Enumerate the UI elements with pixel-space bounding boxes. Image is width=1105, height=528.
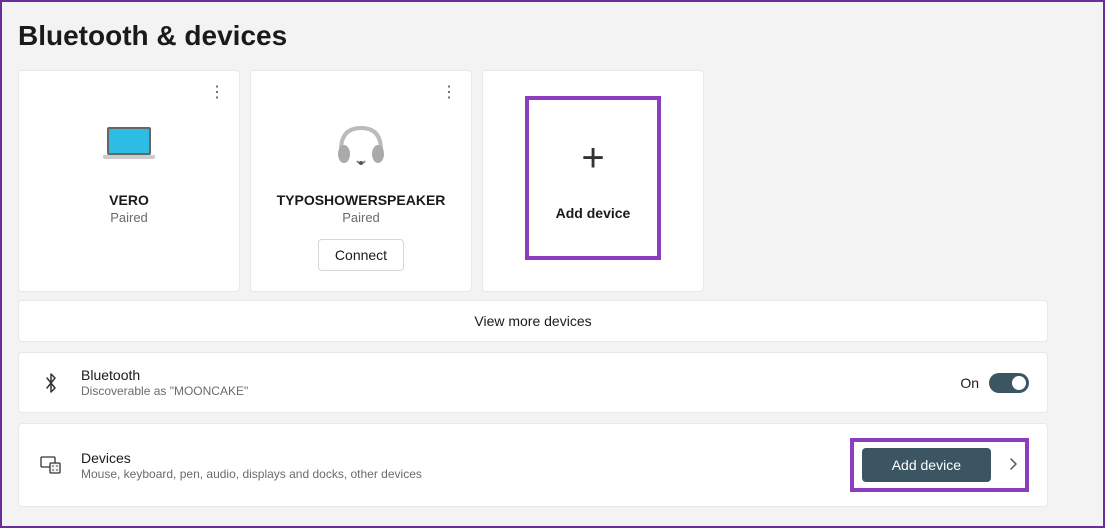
device-cards: ⋮ VERO Paired ⋮ TYPOSHOWERSPEAKER Paired… bbox=[18, 70, 1087, 292]
laptop-icon bbox=[105, 101, 153, 186]
view-more-devices-button[interactable]: View more devices bbox=[18, 300, 1048, 342]
page-title: Bluetooth & devices bbox=[18, 20, 1087, 52]
toggle-state-label: On bbox=[960, 375, 979, 391]
device-card-vero[interactable]: ⋮ VERO Paired bbox=[18, 70, 240, 292]
more-options-icon[interactable]: ⋮ bbox=[205, 81, 229, 105]
plus-icon: + bbox=[581, 136, 604, 181]
bluetooth-subtitle: Discoverable as "MOONCAKE" bbox=[81, 384, 960, 398]
add-device-label: Add device bbox=[556, 205, 631, 221]
bluetooth-row: Bluetooth Discoverable as "MOONCAKE" On bbox=[18, 352, 1048, 413]
devices-icon bbox=[37, 456, 65, 474]
device-name: VERO bbox=[109, 192, 149, 208]
add-device-card[interactable]: + Add device bbox=[482, 70, 704, 292]
device-card-typoshowerspeaker[interactable]: ⋮ TYPOSHOWERSPEAKER Paired Connect bbox=[250, 70, 472, 292]
more-options-icon[interactable]: ⋮ bbox=[437, 81, 461, 105]
chevron-right-icon[interactable] bbox=[1009, 457, 1017, 473]
devices-row[interactable]: Devices Mouse, keyboard, pen, audio, dis… bbox=[18, 423, 1048, 507]
device-status: Paired bbox=[342, 210, 380, 225]
add-device-button[interactable]: Add device bbox=[862, 448, 991, 482]
bluetooth-icon bbox=[37, 372, 65, 394]
headphones-icon bbox=[335, 101, 387, 186]
device-status: Paired bbox=[110, 210, 148, 225]
add-device-highlight: Add device bbox=[850, 438, 1029, 492]
device-name: TYPOSHOWERSPEAKER bbox=[277, 192, 446, 208]
devices-subtitle: Mouse, keyboard, pen, audio, displays an… bbox=[81, 467, 850, 481]
bluetooth-toggle[interactable] bbox=[989, 373, 1029, 393]
devices-title: Devices bbox=[81, 450, 850, 466]
connect-button[interactable]: Connect bbox=[318, 239, 404, 271]
bluetooth-title: Bluetooth bbox=[81, 367, 960, 383]
